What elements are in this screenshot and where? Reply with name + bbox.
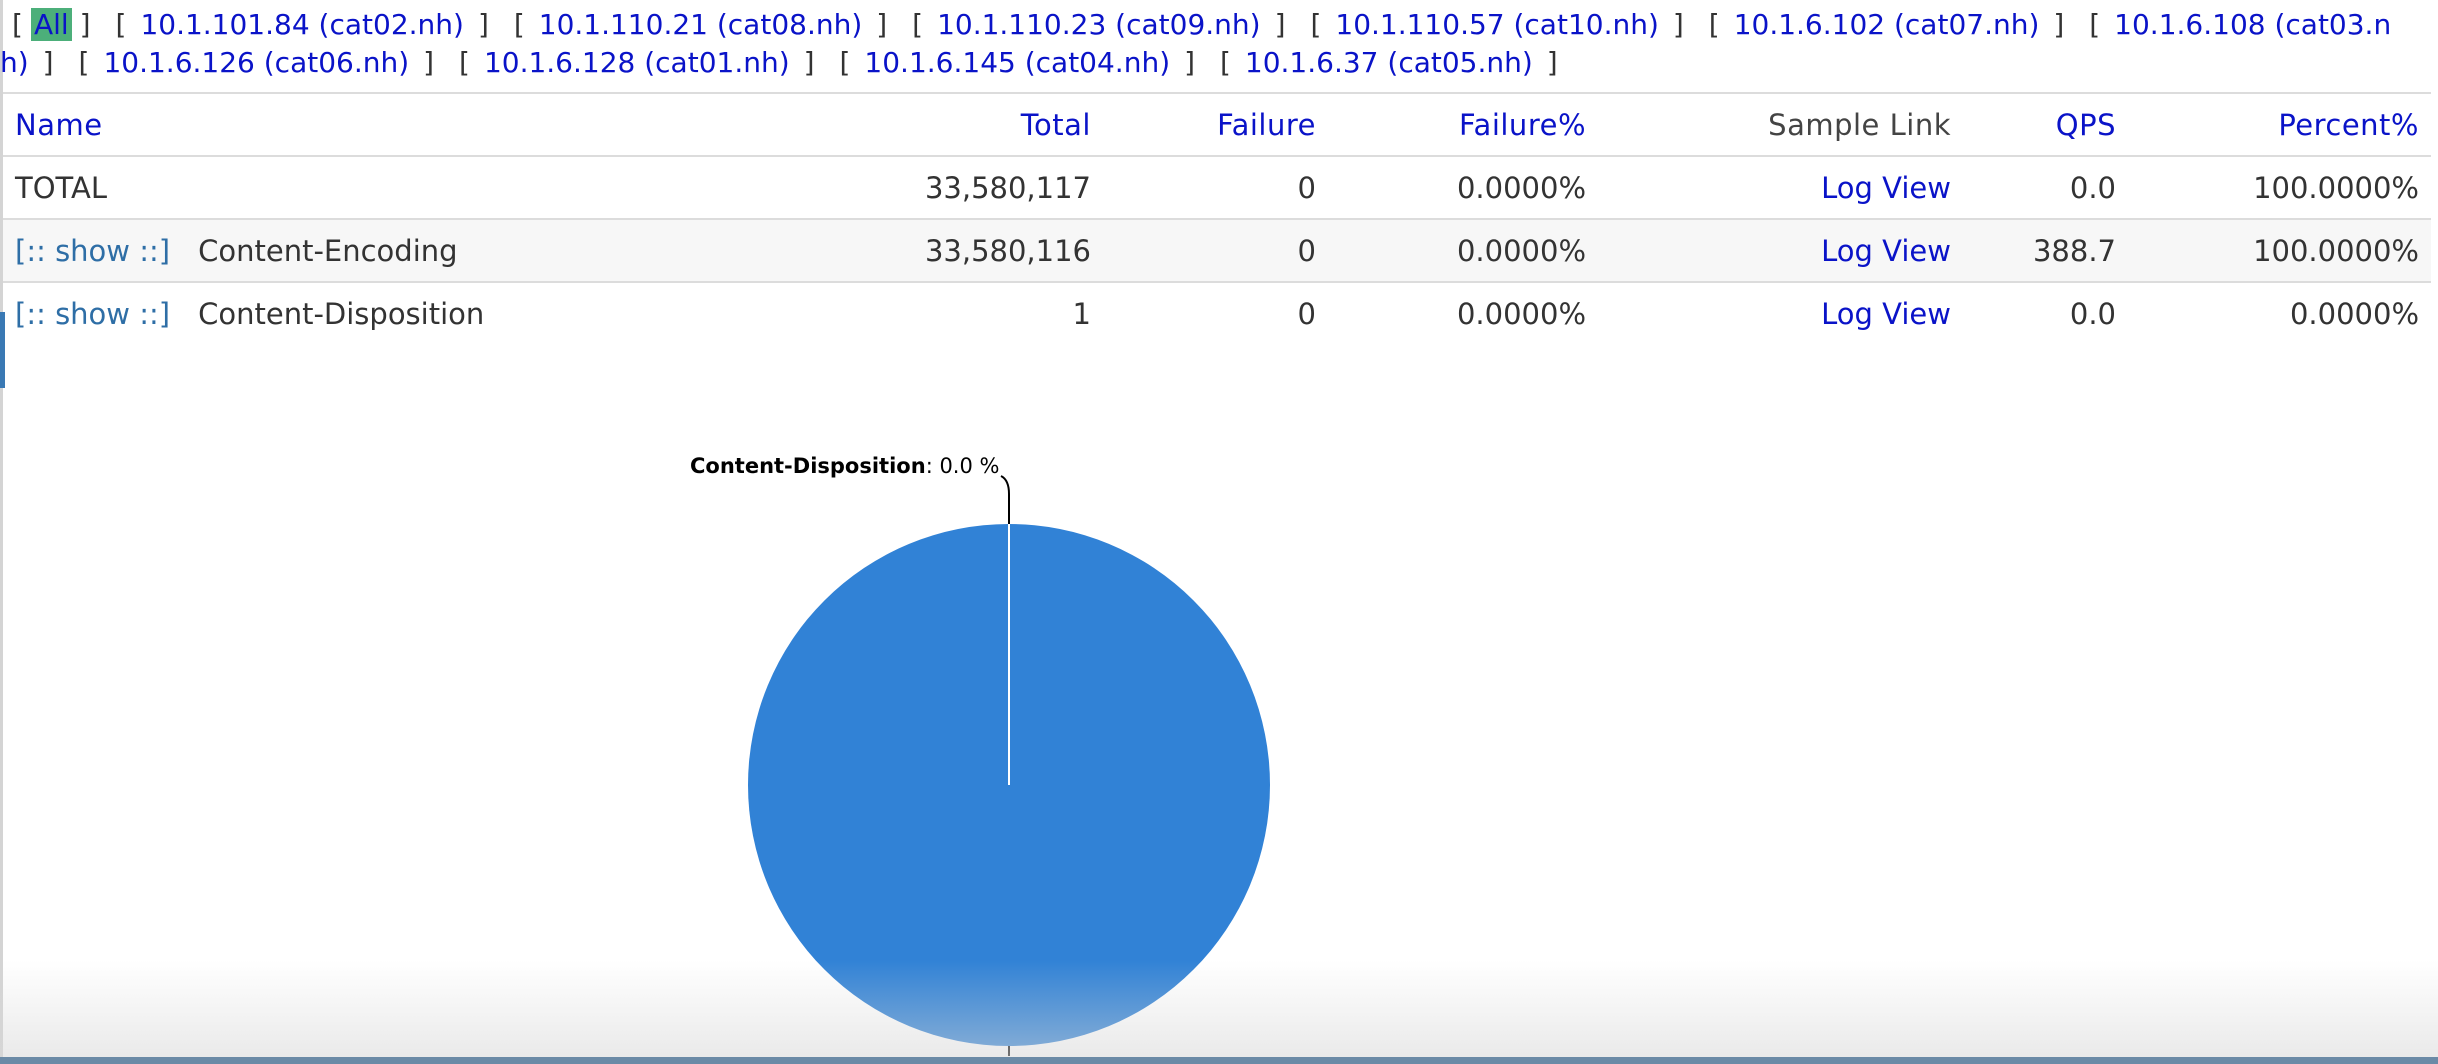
bottom-shade bbox=[0, 960, 2438, 1060]
row-name: TOTAL bbox=[3, 156, 743, 220]
row-failure: 0 bbox=[1103, 156, 1328, 220]
col-header-total[interactable]: Total bbox=[743, 93, 1103, 157]
server-link[interactable]: 10.1.6.126 (cat06.nh) bbox=[97, 46, 415, 79]
col-header-percent[interactable]: Percent% bbox=[2128, 93, 2431, 157]
server-link[interactable]: 10.1.6.37 (cat05.nh) bbox=[1239, 46, 1539, 79]
table-header-row: Name Total Failure Failure% Sample Link … bbox=[3, 93, 2431, 157]
pie-label-value: : 0.0 % bbox=[926, 454, 1000, 478]
col-header-qps[interactable]: QPS bbox=[1963, 93, 2128, 157]
table-row: [:: show ::] Content-Disposition 1 0 0.00… bbox=[3, 282, 2431, 344]
col-header-sample-link: Sample Link bbox=[1598, 93, 1963, 157]
pie-label-connector bbox=[1000, 475, 1010, 524]
col-header-failure-pct[interactable]: Failure% bbox=[1328, 93, 1598, 157]
log-view-link[interactable]: Log View bbox=[1821, 297, 1951, 331]
table-row: [:: show ::] Content-Encoding 33,580,116 … bbox=[3, 219, 2431, 283]
server-link[interactable]: 10.1.6.102 (cat07.nh) bbox=[1728, 8, 2046, 41]
server-link[interactable]: 10.1.6.145 (cat04.nh) bbox=[858, 46, 1176, 79]
row-qps: 388.7 bbox=[1963, 219, 2128, 283]
col-header-name[interactable]: Name bbox=[3, 93, 743, 157]
row-qps: 0.0 bbox=[1963, 156, 2128, 220]
stats-table: Name Total Failure Failure% Sample Link … bbox=[3, 92, 2431, 344]
row-total: 33,580,116 bbox=[743, 219, 1103, 283]
row-percent: 100.0000% bbox=[2128, 156, 2431, 220]
server-link[interactable]: 10.1.101.84 (cat02.nh) bbox=[134, 8, 470, 41]
row-name: Content-Disposition bbox=[198, 296, 485, 331]
col-header-failure[interactable]: Failure bbox=[1103, 93, 1328, 157]
log-view-link[interactable]: Log View bbox=[1821, 234, 1951, 268]
row-qps: 0.0 bbox=[2069, 296, 2116, 331]
row-failure-pct: 0.0000% bbox=[1456, 296, 1586, 331]
server-link-all[interactable]: All bbox=[30, 8, 72, 41]
server-link[interactable]: 10.1.110.21 (cat08.nh) bbox=[533, 8, 869, 41]
log-view-link[interactable]: Log View bbox=[1821, 171, 1951, 205]
row-sample-cell: Log View bbox=[1598, 282, 1963, 344]
row-total: 33,580,117 bbox=[743, 156, 1103, 220]
pie-data-label: Content-Disposition: 0.0 % bbox=[690, 454, 999, 478]
server-filter-bar: [All] [10.1.101.84 (cat02.nh)] [10.1.110… bbox=[0, 8, 2392, 79]
row-failure-pct: 0.0000% bbox=[1328, 156, 1598, 220]
pie-label-name: Content-Disposition bbox=[690, 454, 926, 478]
show-link[interactable]: [:: show ::] bbox=[15, 297, 170, 331]
row-percent: 100.0000% bbox=[2128, 219, 2431, 283]
table-row: TOTAL 33,580,117 0 0.0000% Log View 0.0 … bbox=[3, 156, 2431, 220]
server-link[interactable]: 10.1.6.128 (cat01.nh) bbox=[478, 46, 796, 79]
server-link[interactable]: 10.1.110.23 (cat09.nh) bbox=[931, 8, 1267, 41]
row-name-cell: [:: show ::] Content-Disposition bbox=[3, 282, 743, 344]
server-link[interactable]: 10.1.110.57 (cat10.nh) bbox=[1329, 8, 1665, 41]
row-percent: 0.0000% bbox=[2289, 296, 2419, 331]
bottom-scrollbar[interactable] bbox=[0, 1057, 2438, 1064]
show-link[interactable]: [:: show ::] bbox=[15, 234, 170, 268]
row-total: 1 bbox=[1072, 296, 1091, 331]
row-name-cell: [:: show ::] Content-Encoding bbox=[3, 219, 743, 283]
row-name: Content-Encoding bbox=[198, 233, 458, 268]
row-failure-pct: 0.0000% bbox=[1328, 219, 1598, 283]
row-sample-cell: Log View bbox=[1598, 219, 1963, 283]
row-sample-cell: Log View bbox=[1598, 156, 1963, 220]
row-failure: 0 bbox=[1103, 219, 1328, 283]
row-failure: 0 bbox=[1297, 296, 1316, 331]
